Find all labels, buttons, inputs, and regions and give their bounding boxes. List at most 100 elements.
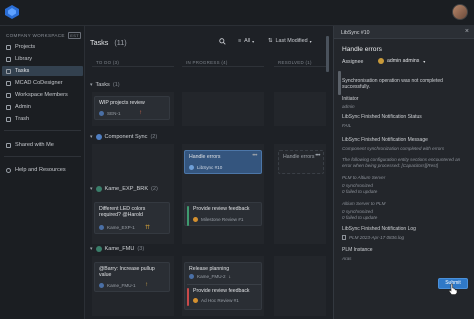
column-title: TO DO xyxy=(96,60,112,65)
task-board: Tasks (11) ≡ All ▾ ⇅ Last Modified ▾ TO … xyxy=(86,26,332,319)
more-options-icon[interactable]: ••• xyxy=(315,153,320,159)
workspace-name: COMPANY WORKSPACE xyxy=(6,33,65,38)
task-card-meta: Kame_EXP-1 xyxy=(99,225,135,230)
sidebar-item-trash[interactable]: Trash xyxy=(2,114,83,124)
status-indicator xyxy=(187,288,189,306)
column-count: (3) xyxy=(112,60,120,65)
task-card[interactable]: @Barry: Increase pullup value Kame_FMU-1… xyxy=(94,262,170,292)
column-divider xyxy=(182,66,264,67)
group-count: (2) xyxy=(150,134,158,140)
avatar xyxy=(189,274,194,279)
log-label: LibSync Finished Notification Log xyxy=(342,226,416,232)
column-header-resolved: RESOLVED (1) xyxy=(278,60,312,65)
group-header-kame-exp-brk[interactable]: ▾ Kame_EXP_BRK (2) xyxy=(90,186,158,192)
sync-count: 0 synchronized xyxy=(342,183,373,188)
panel-scrollbar[interactable] xyxy=(338,71,341,95)
search-button[interactable] xyxy=(219,38,226,45)
libsync-status-label: LibSync Finished Notification Status xyxy=(342,114,422,120)
altium-logo-icon[interactable] xyxy=(4,4,20,20)
folder-icon xyxy=(6,44,11,50)
sidebar-divider xyxy=(4,130,81,131)
task-card[interactable]: WIP projects review SEN-1 ↑ xyxy=(94,96,170,120)
lane-resolved xyxy=(274,256,326,316)
chevron-down-icon: ▾ xyxy=(423,58,426,64)
app-window: COMPANY WORKSPACE EST Projects Library T… xyxy=(0,0,474,319)
task-card-meta: Ad Hoc Review #1 xyxy=(193,298,239,303)
group-header-component-sync[interactable]: ▾ Component Sync (2) xyxy=(90,134,157,140)
user-avatar[interactable] xyxy=(452,4,468,20)
sidebar-item-help[interactable]: Help and Resources xyxy=(2,165,83,175)
task-card-meta: Milestone Review #1 xyxy=(193,217,243,222)
column-header-in-progress: IN PROGRESS (4) xyxy=(186,60,228,65)
column-divider xyxy=(274,66,326,67)
task-card-title: Provide review feedback xyxy=(193,288,250,294)
filter-icon: ≡ xyxy=(238,38,242,44)
hand-cursor-icon xyxy=(448,283,458,295)
help-icon xyxy=(6,167,11,173)
sidebar-item-workspace-members[interactable]: Workspace Members xyxy=(2,90,83,100)
group-header-kame-fmu[interactable]: ▾ Kame_FMU (3) xyxy=(90,246,144,252)
sort-label: Last Modified xyxy=(275,38,308,44)
altium-to-plm-line: Altium Server to PLM xyxy=(342,201,386,206)
assignee-select[interactable]: admin admins ▾ xyxy=(378,58,425,64)
lane-resolved xyxy=(274,92,326,126)
filter-dropdown[interactable]: ≡ All ▾ xyxy=(238,38,254,44)
task-id: Kame_FMU-2 xyxy=(197,274,226,279)
admin-icon xyxy=(6,104,11,110)
column-count: (4) xyxy=(221,60,228,65)
priority-low-icon: ↓ xyxy=(228,274,231,279)
sync-count: 0 synchronized xyxy=(342,209,373,214)
libsync-message-label: LibSync Finished Notification Message xyxy=(342,137,428,143)
task-card-title: WIP projects review xyxy=(99,100,145,106)
chevron-down-icon: ▾ xyxy=(90,246,93,252)
project-icon xyxy=(95,186,102,192)
sidebar-item-label: Workspace Members xyxy=(15,92,68,98)
task-card-drop-placeholder[interactable]: Handle errors ••• xyxy=(278,150,324,174)
sidebar-item-mcad-codesigner[interactable]: MCAD CoDesigner xyxy=(2,78,83,88)
sidebar-item-library[interactable]: Library xyxy=(2,54,83,64)
sidebar-item-projects[interactable]: Projects xyxy=(2,42,83,52)
avatar xyxy=(99,283,104,288)
sidebar-item-label: Trash xyxy=(15,116,30,122)
sidebar-item-tasks[interactable]: Tasks xyxy=(2,66,83,76)
task-card-group[interactable]: Release planning Kame_FMU-2 ↓ Provide rev… xyxy=(184,262,262,310)
task-card-selected[interactable]: Handle errors ••• LibSync #10 xyxy=(184,150,262,174)
initiator-label: Initiator xyxy=(342,96,359,102)
component-sync-icon xyxy=(95,134,102,140)
task-card[interactable]: Different LED colors required? @Harold K… xyxy=(94,202,170,234)
column-divider xyxy=(92,66,174,67)
assignee-label: Assignee xyxy=(342,59,364,65)
mcad-icon xyxy=(6,80,11,86)
task-id: Ad Hoc Review #1 xyxy=(201,298,239,303)
search-icon xyxy=(219,38,226,45)
chevron-down-icon: ▾ xyxy=(90,186,93,192)
close-icon[interactable]: × xyxy=(465,28,469,35)
more-options-icon[interactable]: ••• xyxy=(252,153,257,159)
board-scrollbar[interactable] xyxy=(326,36,329,72)
group-name: Tasks xyxy=(95,82,110,88)
task-id: Kame_FMU-1 xyxy=(107,283,136,288)
task-card[interactable]: Provide review feedback Milestone Review… xyxy=(184,202,262,226)
share-icon xyxy=(6,142,11,148)
log-file-link[interactable]: PLM 2023-Apr-17 0836.log xyxy=(342,235,404,240)
sort-dropdown[interactable]: ⇅ Last Modified ▾ xyxy=(268,38,312,44)
assignee-value: admin admins xyxy=(387,58,420,64)
sidebar-item-shared-with-me[interactable]: Shared with Me xyxy=(2,140,83,150)
page-title-text: Tasks xyxy=(90,38,109,47)
sidebar-item-label: Library xyxy=(15,56,33,62)
library-icon xyxy=(6,56,11,62)
group-header-tasks[interactable]: ▾ Tasks (1) xyxy=(90,82,120,88)
task-card-title: Provide review feedback xyxy=(193,206,250,212)
task-card-title: Different LED colors required? @Harold xyxy=(99,206,146,219)
task-card-title: @Barry: Increase pullup value xyxy=(99,266,155,279)
task-card-meta: Kame_FMU-2 ↓ xyxy=(189,274,231,279)
task-card-meta: Kame_FMU-1 xyxy=(99,283,136,288)
page-title: Tasks (11) xyxy=(90,38,127,47)
sidebar-item-admin[interactable]: Admin xyxy=(2,102,83,112)
status-indicator xyxy=(187,206,189,226)
sort-icon: ⇅ xyxy=(268,38,273,44)
status-message: Synchronisation operation was not comple… xyxy=(342,78,443,91)
workspace-badge: EST xyxy=(68,32,81,39)
libsync-status-value: FAIL xyxy=(342,123,352,128)
chevron-down-icon: ▾ xyxy=(90,134,93,140)
